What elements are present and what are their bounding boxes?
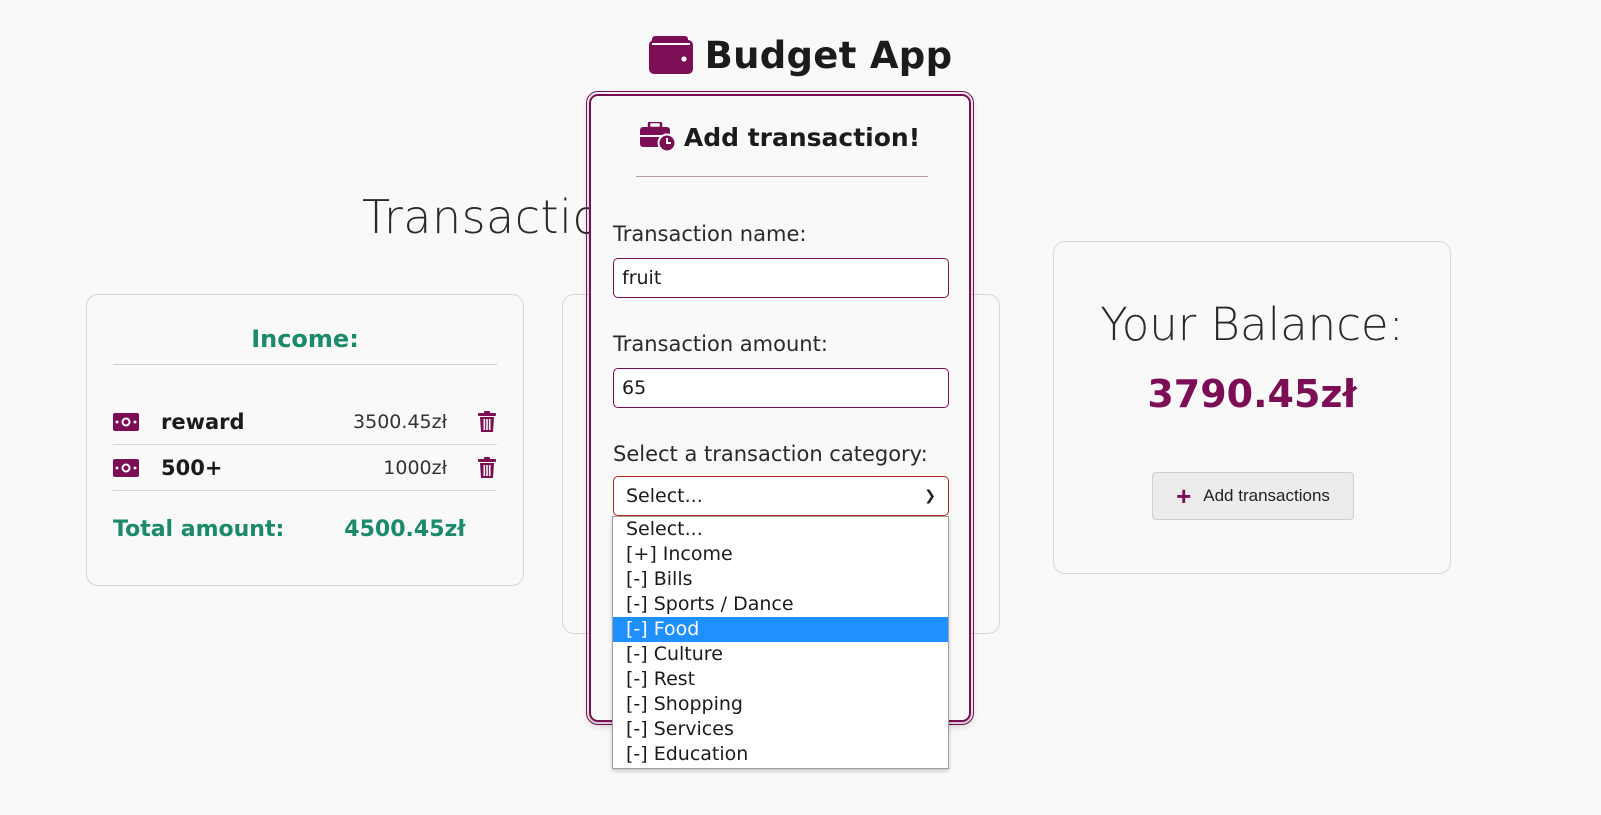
transaction-amount-input[interactable]: 65 xyxy=(613,368,949,408)
category-label: Select a transaction category: xyxy=(613,442,928,466)
transaction-name-label: Transaction name: xyxy=(613,222,807,246)
category-select[interactable]: Select... ❯ xyxy=(613,476,949,516)
transaction-name-input[interactable]: fruit xyxy=(613,258,949,298)
add-transactions-label: Add transactions xyxy=(1203,486,1330,505)
dropdown-option[interactable]: [-] Shopping xyxy=(613,692,948,717)
category-select-value: Select... xyxy=(626,485,703,507)
money-bill-icon xyxy=(113,458,139,477)
income-total: Total amount: 4500.45zł xyxy=(113,517,465,542)
dropdown-option[interactable]: [-] Rest xyxy=(613,667,948,692)
balance-value: 3790.45zł xyxy=(1147,372,1357,416)
chevron-down-icon: ❯ xyxy=(924,488,936,504)
money-bill-icon xyxy=(113,412,139,431)
dropdown-option[interactable]: Select... xyxy=(613,517,948,542)
total-value: 4500.45zł xyxy=(344,517,466,542)
trash-icon[interactable] xyxy=(477,410,497,433)
dropdown-option[interactable]: [-] Sports / Dance xyxy=(613,592,948,617)
divider xyxy=(636,176,928,177)
transaction-amount: 3500.45zł xyxy=(353,410,447,433)
modal-title-text: Add transaction! xyxy=(683,122,921,152)
divider xyxy=(113,364,497,365)
transaction-name: reward xyxy=(161,409,245,434)
income-card: Income: reward 3500.45zł 500+ 1000zł Tot… xyxy=(86,294,524,586)
dropdown-option[interactable]: [-] Services xyxy=(613,717,948,742)
dropdown-option-highlighted[interactable]: [-] Food xyxy=(613,617,948,642)
dropdown-option[interactable]: [+] Income xyxy=(613,542,948,567)
wallet-icon xyxy=(648,35,693,74)
list-item: reward 3500.45zł xyxy=(113,399,497,445)
trash-icon[interactable] xyxy=(477,456,497,479)
income-title: Income: xyxy=(251,325,359,353)
add-transactions-button[interactable]: + Add transactions xyxy=(1152,472,1354,520)
total-label: Total amount: xyxy=(113,517,285,542)
dropdown-option[interactable]: [-] Education xyxy=(613,742,948,767)
category-dropdown-list: Select... [+] Income [-] Bills [-] Sport… xyxy=(612,516,949,769)
list-item: 500+ 1000zł xyxy=(113,445,497,491)
plus-icon: + xyxy=(1176,481,1192,511)
transaction-name: 500+ xyxy=(161,455,223,480)
dropdown-option[interactable]: [-] Bills xyxy=(613,567,948,592)
balance-label: Your Balance: xyxy=(1100,298,1404,351)
briefcase-clock-icon xyxy=(639,122,676,152)
transaction-amount: 1000zł xyxy=(383,456,447,479)
app-header: Budget App xyxy=(0,34,1601,77)
app-title: Budget App xyxy=(704,34,953,77)
modal-title: Add transaction! xyxy=(591,122,969,152)
transaction-amount-label: Transaction amount: xyxy=(613,332,828,356)
balance-card: Your Balance: 3790.45zł + Add transactio… xyxy=(1053,241,1451,574)
dropdown-option[interactable]: [-] Culture xyxy=(613,642,948,667)
